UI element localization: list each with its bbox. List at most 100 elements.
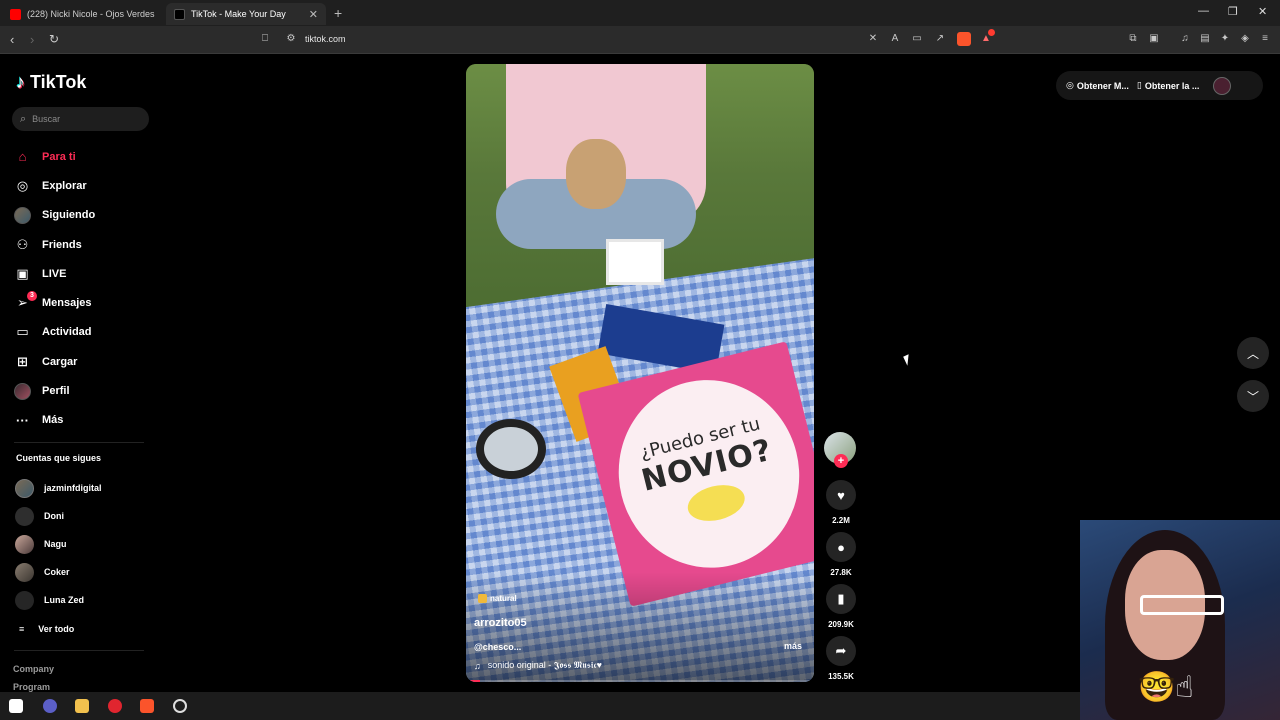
cast-icon[interactable]: ▭ [911, 33, 923, 45]
following-item[interactable]: Luna Zed [15, 586, 155, 614]
following-item[interactable]: Doni [15, 502, 155, 530]
wallet-icon[interactable]: ▤ [1199, 33, 1211, 45]
following-item[interactable]: Coker [15, 558, 155, 586]
mute-icon[interactable]: ✕ [867, 33, 879, 45]
more-button[interactable]: más [784, 641, 802, 651]
video-author[interactable]: arrozito05 [474, 617, 527, 629]
comment-icon[interactable]: ● [826, 532, 856, 562]
sidebar-divider [14, 442, 144, 443]
footer-link-program[interactable]: Program [13, 682, 50, 692]
video-music[interactable]: ♫ sonido original - 𝕵𝖔𝖘𝖘 𝕸𝖚𝖘𝖎𝖈♥ [474, 660, 602, 671]
save-count: 209.9K [828, 620, 854, 629]
footer-link-company[interactable]: Company [13, 664, 54, 674]
extensions-icon[interactable]: ⧉ [1127, 33, 1139, 45]
message-badge: 3 [27, 290, 37, 301]
translate-icon[interactable]: A [889, 33, 901, 45]
app-icon[interactable] [43, 699, 57, 713]
get-app-button[interactable]: ◎ Obtener M... [1066, 80, 1129, 91]
opera-icon[interactable] [108, 699, 122, 713]
brave-shields-icon[interactable] [957, 32, 971, 46]
save-action[interactable]: ▮ 209.9K [825, 584, 857, 629]
url-field[interactable]: tiktok.com [305, 34, 346, 44]
phone-icon: ▯ [1136, 80, 1142, 90]
menu-icon[interactable]: ≡ [1259, 33, 1271, 45]
message-icon: ➢ 3 [14, 290, 37, 312]
heart-icon[interactable]: ♥ [826, 480, 856, 510]
see-all-link[interactable]: ≡ Ver todo [15, 614, 155, 644]
browser-tab[interactable]: (228) Nicki Nicole - Ojos Verdes (Offi [2, 3, 164, 25]
chevron-down-icon: ﹀ [1246, 389, 1259, 404]
live-icon: ▣ [16, 265, 29, 281]
nav-item-live[interactable]: ▣ LIVE [14, 259, 154, 288]
forward-icon[interactable]: › [30, 32, 34, 47]
close-tab-icon[interactable]: ✕ [309, 8, 318, 21]
bookmark-icon[interactable]: ▮ [826, 584, 856, 614]
compass-icon: ◎ [16, 177, 29, 193]
like-action[interactable]: ♥ 2.2M [825, 480, 857, 525]
nav-label: Actividad [42, 326, 92, 339]
nav-label: Explorar [42, 179, 87, 192]
vpn-icon[interactable]: ◈ [1239, 33, 1251, 45]
get-app-button-2[interactable]: ▯ Obtener la ... [1137, 80, 1199, 91]
search-box[interactable]: ⌕ [12, 107, 149, 131]
video-tag[interactable]: natural [478, 594, 517, 603]
clock-app-icon[interactable] [173, 699, 187, 713]
nav-item-mas[interactable]: ··· Más [14, 406, 154, 435]
music-icon[interactable]: ♫ [1179, 33, 1191, 45]
comment-action[interactable]: ● 27.8K [825, 532, 857, 577]
search-input[interactable] [32, 114, 133, 124]
video-ring [476, 419, 546, 479]
share-action[interactable]: ➦ 135.5K [825, 636, 857, 681]
next-video-button[interactable]: ﹀ [1237, 380, 1269, 412]
follow-button[interactable]: + [834, 454, 848, 468]
nav-item-cargar[interactable]: ⊞ Cargar [14, 347, 154, 376]
nav-item-friends[interactable]: ⚇ Friends [14, 230, 154, 259]
previous-video-button[interactable]: ︿ [1237, 337, 1269, 369]
restore-button[interactable]: ❐ [1228, 5, 1238, 18]
browser-tabbar: (228) Nicki Nicole - Ojos Verdes (Offi T… [0, 0, 1280, 26]
browser-tab-active[interactable]: TikTok - Make Your Day ✕ [166, 3, 326, 25]
following-item[interactable]: jazminfdigital [15, 474, 155, 502]
nav-item-para-ti[interactable]: ⌂ Para ti [14, 142, 154, 171]
new-tab-button[interactable]: + [334, 5, 342, 21]
reload-icon[interactable]: ↻ [49, 32, 59, 46]
music-title: sonido original - 𝕵𝖔𝖘𝖘 𝕸𝖚𝖘𝖎𝖈♥ [487, 660, 602, 670]
file-explorer-icon[interactable] [75, 699, 89, 713]
share-icon[interactable]: ↗ [934, 33, 946, 45]
nav-label: Friends [42, 238, 82, 251]
minimize-button[interactable]: — [1198, 5, 1209, 17]
nav-item-actividad[interactable]: ▭ Actividad [14, 318, 154, 347]
close-window-button[interactable]: ✕ [1258, 5, 1267, 18]
avatar [15, 478, 34, 498]
video-progress-bar[interactable] [466, 680, 814, 682]
nav-item-explorar[interactable]: ◎ Explorar [14, 171, 154, 200]
nav-item-mensajes[interactable]: ➢ 3 Mensajes [14, 288, 154, 317]
following-list: jazminfdigital Doni Nagu Coker Luna Zed … [15, 474, 155, 644]
windows-start-icon[interactable] [9, 699, 23, 713]
avatar [15, 506, 34, 526]
bookmark-icon[interactable]: ⎕ [259, 33, 271, 45]
video-player[interactable]: ¿Puedo ser tu NOVIO? natural arrozito05 … [466, 64, 814, 682]
following-name: Nagu [44, 539, 67, 549]
sidebar-nav: ⌂ Para ti ◎ Explorar Siguiendo ⚇ Friends… [14, 142, 154, 435]
back-icon[interactable]: ‹ [10, 32, 14, 47]
sidebar-icon[interactable]: ▣ [1148, 33, 1160, 45]
coin-icon: ◎ [1066, 80, 1074, 90]
site-settings-icon[interactable]: ⚙ [285, 33, 297, 45]
video-teddy-bear [566, 139, 626, 209]
nav-label: Mensajes [42, 297, 92, 310]
following-title: Cuentas que sigues [16, 453, 102, 463]
card-inner: ¿Puedo ser tu NOVIO? [598, 360, 814, 587]
following-name: Doni [44, 511, 64, 521]
user-avatar[interactable] [1213, 76, 1232, 95]
following-item[interactable]: Nagu [15, 530, 155, 558]
leo-ai-icon[interactable]: ✦ [1219, 33, 1231, 45]
tiktok-favicon-icon [174, 8, 185, 20]
nav-item-siguiendo[interactable]: Siguiendo [14, 201, 154, 230]
brave-icon[interactable] [140, 699, 154, 713]
share-icon[interactable]: ➦ [826, 636, 856, 666]
tiktok-logo[interactable]: ♪ TikTok [16, 72, 86, 93]
video-frame [606, 239, 664, 285]
nav-item-perfil[interactable]: Perfil [14, 376, 154, 405]
like-count: 2.2M [832, 516, 850, 525]
